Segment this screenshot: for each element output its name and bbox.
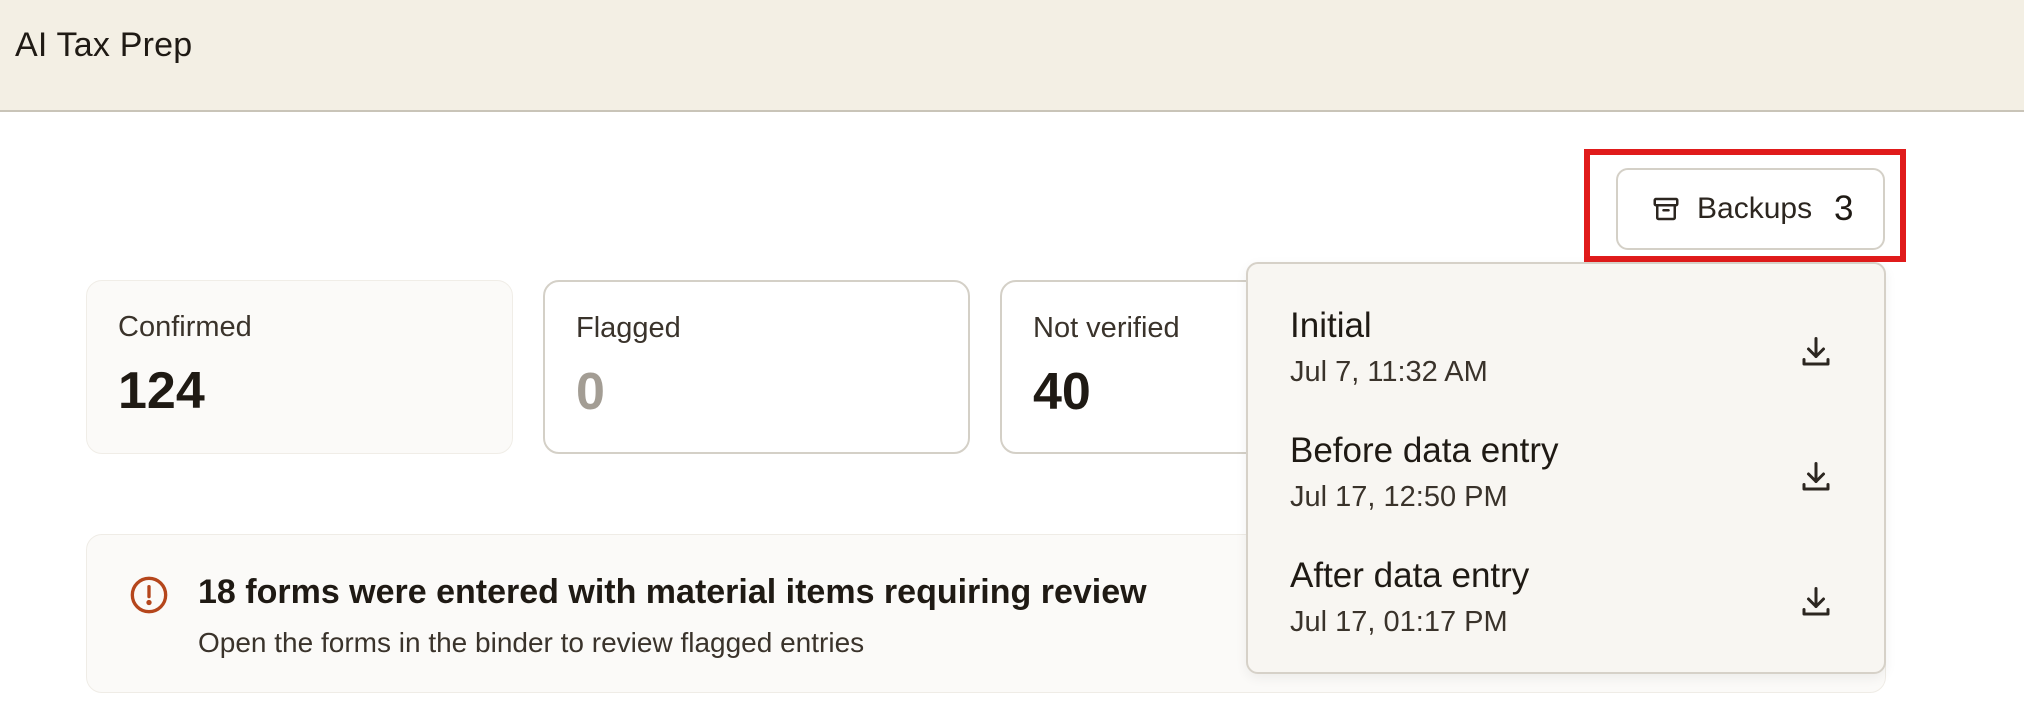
stat-label: Not verified [1033,312,1180,344]
backup-date: Jul 17, 01:17 PM [1290,606,1508,638]
archive-box-icon [1653,197,1679,221]
download-icon[interactable] [1798,459,1834,495]
backup-item-before-data-entry[interactable]: Before data entry Jul 17, 12:50 PM [1290,431,1850,531]
stat-card-confirmed: Confirmed 124 [86,280,513,454]
top-bar: AI Tax Prep [0,0,2024,112]
stat-value: 40 [1033,363,1091,421]
stat-value: 124 [118,362,205,420]
backup-date: Jul 7, 11:32 AM [1290,356,1488,388]
stat-value: 0 [576,363,605,421]
backups-button[interactable]: Backups 3 [1616,168,1885,250]
backup-name: Before data entry [1290,431,1559,470]
download-icon[interactable] [1798,334,1834,370]
alert-circle-icon [130,576,168,614]
alert-subtitle: Open the forms in the binder to review f… [198,627,865,658]
app-title: AI Tax Prep [15,26,193,64]
backup-name: After data entry [1290,556,1530,595]
backup-name: Initial [1290,306,1372,345]
stat-card-flagged[interactable]: Flagged 0 [543,280,970,454]
backups-button-label: Backups [1697,192,1813,225]
backups-dropdown: Initial Jul 7, 11:32 AM Before data entr… [1246,262,1886,674]
alert-title: 18 forms were entered with material item… [198,573,1147,611]
backup-item-after-data-entry[interactable]: After data entry Jul 17, 01:17 PM [1290,556,1850,656]
backups-count: 3 [1834,189,1854,228]
stat-label: Flagged [576,312,681,344]
backup-date: Jul 17, 12:50 PM [1290,481,1508,513]
stat-label: Confirmed [118,311,252,343]
download-icon[interactable] [1798,584,1834,620]
backup-item-initial[interactable]: Initial Jul 7, 11:32 AM [1290,306,1850,406]
